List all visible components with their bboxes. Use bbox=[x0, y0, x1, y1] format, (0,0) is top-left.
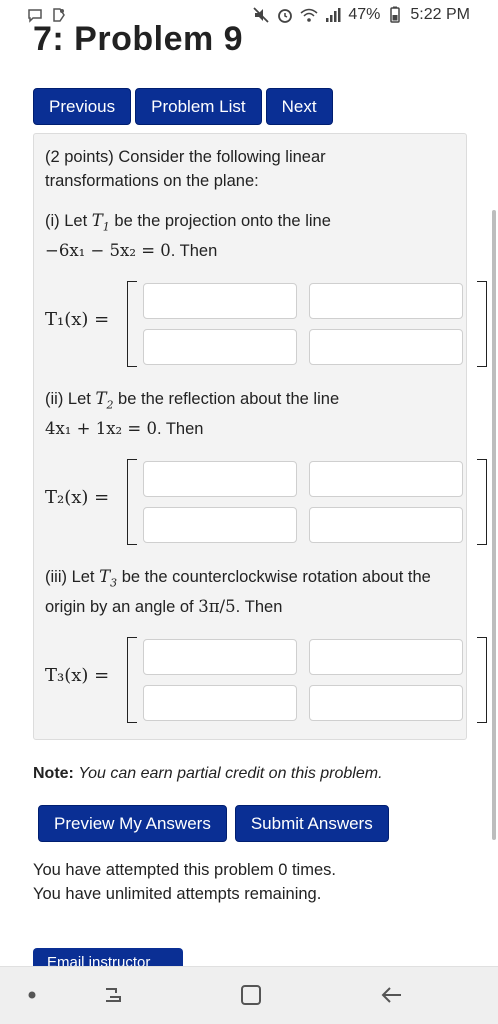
page-title: 7: Problem 9 bbox=[33, 20, 244, 58]
partial-credit-note: Note: You can earn partial credit on thi… bbox=[33, 765, 383, 783]
recent-apps-icon[interactable] bbox=[102, 983, 124, 1007]
note-text: You can earn partial credit on this prob… bbox=[78, 765, 383, 782]
part-2-text: (ii) Let T2 be the reflection about the … bbox=[45, 387, 465, 441]
t2-cell-12-input[interactable] bbox=[309, 461, 463, 497]
part-1-equation: −6x₁ − 5x₂ = 0 bbox=[45, 241, 171, 261]
attempts-remaining: You have unlimited attempts remaining. bbox=[33, 885, 322, 903]
problem-nav: Previous Problem List Next bbox=[33, 88, 333, 125]
part-2-prefix: (ii) Let bbox=[45, 390, 91, 408]
t3-matrix-row: T₃(x) = x bbox=[45, 637, 498, 727]
part-1-mid: be the projection onto the line bbox=[114, 212, 331, 230]
part-2-mid: be the reflection about the line bbox=[118, 390, 340, 408]
part-3-then: . Then bbox=[235, 598, 283, 617]
part-3-angle: 3π/5 bbox=[198, 597, 236, 617]
left-bracket bbox=[127, 459, 137, 545]
t3-cell-21-input[interactable] bbox=[143, 685, 297, 721]
t1-cell-11-input[interactable] bbox=[143, 283, 297, 319]
part-3-prefix: (iii) Let bbox=[45, 568, 95, 586]
t1-label: T₁(x) = bbox=[45, 309, 110, 330]
t2-label: T₂(x) = bbox=[45, 487, 110, 508]
signal-icon bbox=[326, 8, 341, 22]
t3-label: T₃(x) = bbox=[45, 665, 110, 686]
right-bracket bbox=[477, 637, 487, 723]
intro-line-2: transformations on the plane: bbox=[45, 172, 259, 190]
left-bracket bbox=[127, 281, 137, 367]
t2-symbol: T2 bbox=[95, 389, 114, 412]
t2-matrix-row: T₂(x) = x bbox=[45, 459, 498, 549]
part-2-equation: 4x₁ + 1x₂ = 0 bbox=[45, 419, 157, 439]
t3-cell-12-input[interactable] bbox=[309, 639, 463, 675]
mute-icon bbox=[253, 7, 270, 23]
part-3-line2-prefix: origin by an angle of bbox=[45, 598, 194, 617]
right-bracket bbox=[477, 281, 487, 367]
t1-cell-21-input[interactable] bbox=[143, 329, 297, 365]
part-1-then: . Then bbox=[170, 242, 218, 261]
part-2-then: . Then bbox=[156, 420, 204, 439]
intro-line-1: (2 points) Consider the following linear bbox=[45, 148, 326, 166]
left-bracket bbox=[127, 637, 137, 723]
preview-answers-button[interactable]: Preview My Answers bbox=[38, 805, 227, 842]
clock: 5:22 PM bbox=[410, 6, 470, 23]
problem-list-button[interactable]: Problem List bbox=[135, 88, 262, 125]
t1-cell-12-input[interactable] bbox=[309, 283, 463, 319]
note-label: Note: bbox=[33, 765, 74, 782]
t1-cell-22-input[interactable] bbox=[309, 329, 463, 365]
t3-cell-11-input[interactable] bbox=[143, 639, 297, 675]
t1-symbol: T1 bbox=[91, 211, 110, 234]
part-1-text: (i) Let T1 be the projection onto the li… bbox=[45, 209, 465, 263]
home-icon[interactable] bbox=[239, 983, 263, 1007]
attempts-count: You have attempted this problem 0 times. bbox=[33, 861, 336, 879]
android-nav-bar bbox=[0, 966, 498, 1024]
part-1-prefix: (i) Let bbox=[45, 212, 88, 230]
t3-symbol: T3 bbox=[99, 567, 118, 590]
part-3-text: (iii) Let T3 be the counterclockwise rot… bbox=[45, 565, 465, 619]
scrollbar[interactable] bbox=[492, 210, 496, 840]
battery-percent: 47% bbox=[348, 6, 381, 23]
problem-panel: (2 points) Consider the following linear… bbox=[33, 133, 487, 740]
dot-indicator-icon bbox=[28, 991, 36, 999]
problem-intro: (2 points) Consider the following linear… bbox=[45, 145, 465, 193]
attempts-info: You have attempted this problem 0 times.… bbox=[33, 858, 336, 906]
next-button[interactable]: Next bbox=[265, 88, 333, 125]
part-3-mid: be the counterclockwise rotation about t… bbox=[121, 568, 431, 586]
t3-cell-22-input[interactable] bbox=[309, 685, 463, 721]
right-bracket bbox=[477, 459, 487, 545]
submit-answers-button[interactable]: Submit Answers bbox=[234, 805, 389, 842]
t2-cell-21-input[interactable] bbox=[143, 507, 297, 543]
answer-actions: Preview My Answers Submit Answers bbox=[38, 805, 389, 842]
status-right: 47% 5:22 PM bbox=[252, 6, 470, 24]
battery-icon bbox=[390, 6, 401, 23]
alarm-icon bbox=[278, 9, 293, 23]
t2-cell-11-input[interactable] bbox=[143, 461, 297, 497]
back-icon[interactable] bbox=[380, 983, 404, 1007]
previous-button[interactable]: Previous bbox=[33, 88, 132, 125]
t2-cell-22-input[interactable] bbox=[309, 507, 463, 543]
t1-matrix-row: T₁(x) = x bbox=[45, 281, 498, 371]
wifi-icon bbox=[300, 8, 318, 22]
